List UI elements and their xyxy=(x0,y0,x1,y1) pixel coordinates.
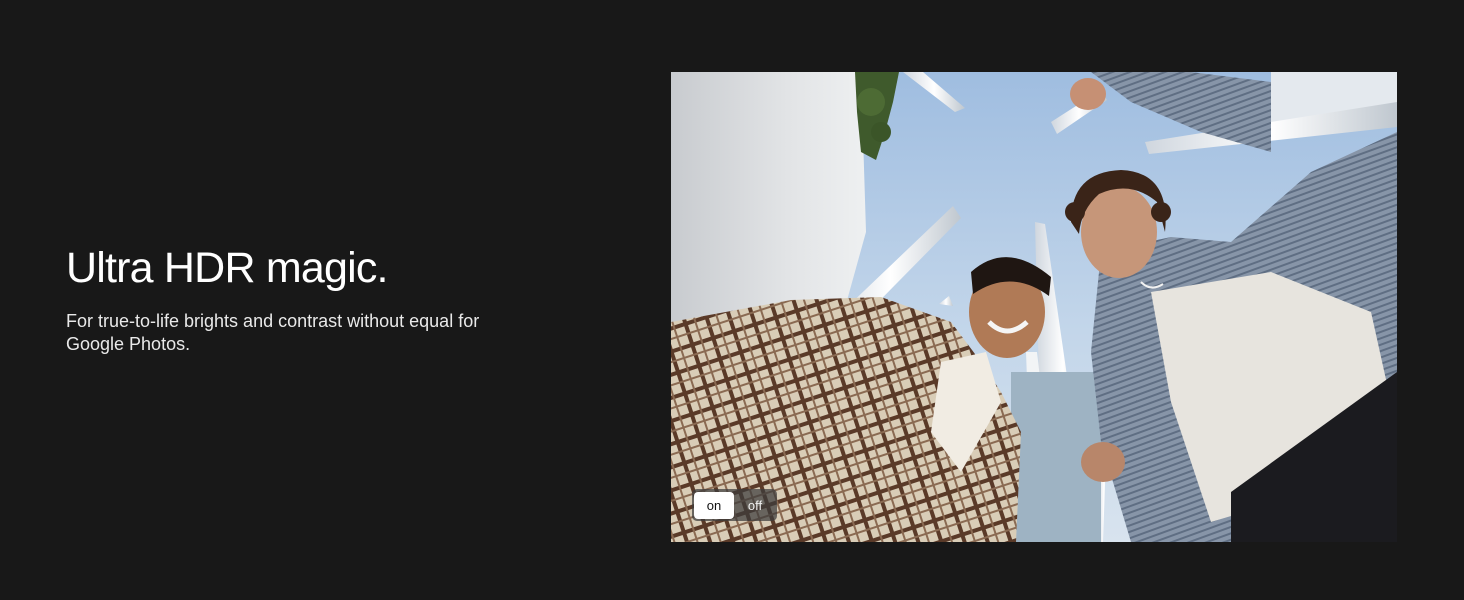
hdr-sample-photo: on off xyxy=(671,72,1397,542)
feature-copy: Ultra HDR magic. For true-to-life bright… xyxy=(66,240,536,356)
feature-description: For true-to-life brights and contrast wi… xyxy=(66,311,480,354)
feature-headline: Ultra HDR magic. xyxy=(66,244,389,292)
hdr-feature-section: Ultra HDR magic. For true-to-life bright… xyxy=(0,0,1464,600)
hdr-on-off-toggle[interactable]: on off xyxy=(692,489,777,521)
toggle-off-option[interactable]: off xyxy=(735,492,775,519)
toggle-on-option[interactable]: on xyxy=(694,491,734,519)
hdr-photo-illustration xyxy=(671,72,1397,542)
